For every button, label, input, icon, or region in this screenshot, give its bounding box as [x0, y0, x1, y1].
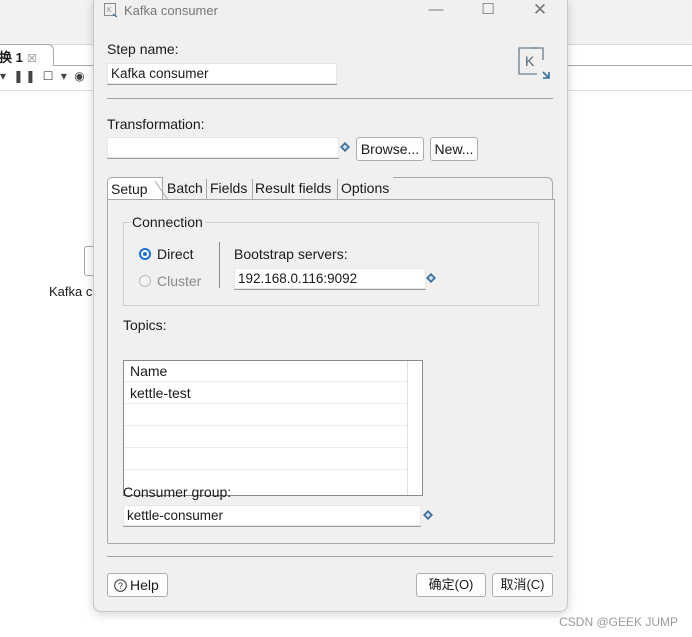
cluster-radio[interactable]	[139, 275, 151, 287]
table-row[interactable]	[124, 449, 407, 470]
variable-diamond-icon[interactable]	[423, 510, 433, 520]
footer-divider	[107, 556, 553, 557]
minimize-button[interactable]: —	[422, 0, 450, 22]
connection-group	[123, 222, 539, 306]
close-button[interactable]: ✕	[526, 0, 554, 22]
browse-button[interactable]: Browse...	[356, 137, 424, 161]
table-row[interactable]: kettle-test	[124, 383, 407, 404]
maximize-button[interactable]: ☐	[474, 0, 502, 22]
close-icon[interactable]: ☒	[27, 53, 37, 65]
editor-toolbar[interactable]: ▾ ❚❚ ☐ ▾ ◉	[0, 69, 87, 87]
new-button[interactable]: New...	[430, 137, 478, 161]
direct-label: Direct	[157, 246, 194, 262]
step-name-field[interactable]: Kafka consumer	[107, 63, 337, 85]
ok-button[interactable]: 确定(O)	[416, 573, 486, 597]
topics-table[interactable]: Name kettle-test	[123, 360, 423, 496]
cluster-label: Cluster	[157, 273, 202, 289]
tab-fields[interactable]: Fields	[210, 179, 247, 200]
question-circle-icon: ?	[114, 579, 127, 592]
consumer-group-field[interactable]: kettle-consumer	[123, 505, 421, 527]
help-label: Help	[130, 577, 159, 593]
svg-text:K: K	[525, 53, 535, 69]
title-bar[interactable]: K Kafka consumer — ☐ ✕	[94, 0, 567, 24]
connection-group-title: Connection	[130, 214, 205, 230]
consumer-group-label: Consumer group:	[123, 484, 232, 500]
setup-tab-panel: Connection Direct Cluster Bootstrap serv…	[107, 199, 555, 544]
tab-batch[interactable]: Batch	[167, 179, 203, 200]
table-row[interactable]	[124, 405, 407, 426]
bootstrap-servers-label: Bootstrap servers:	[234, 246, 348, 262]
kafka-consumer-dialog: K Kafka consumer — ☐ ✕ Step name: Kafka …	[93, 0, 568, 612]
kafka-k-icon: K	[518, 47, 550, 79]
header-divider	[107, 98, 553, 99]
tab-options[interactable]: Options	[341, 179, 389, 200]
transformation-field[interactable]	[107, 137, 339, 159]
editor-tab-label: 换 1	[0, 50, 23, 65]
watermark: CSDN @GEEK JUMP	[559, 615, 678, 629]
transformation-label: Transformation:	[107, 116, 205, 132]
tab-strip: Setup Batch Fields Result fields Options	[107, 177, 553, 201]
connection-separator	[219, 242, 220, 288]
cancel-button[interactable]: 取消(C)	[492, 573, 553, 597]
bootstrap-servers-field[interactable]: 192.168.0.116:9092	[234, 268, 426, 290]
tab-setup-label: Setup	[111, 181, 148, 197]
tab-result-fields[interactable]: Result fields	[255, 179, 331, 200]
editor-tab-transformation[interactable]: 换 1 ☒	[0, 44, 54, 66]
topics-table-header[interactable]: Name	[124, 361, 407, 382]
table-row[interactable]	[124, 427, 407, 448]
direct-radio[interactable]	[139, 248, 151, 260]
variable-diamond-icon[interactable]	[426, 273, 436, 283]
topics-label: Topics:	[123, 317, 167, 333]
canvas-step-label: Kafka c	[49, 284, 93, 299]
help-button[interactable]: ? Help	[107, 573, 168, 597]
variable-diamond-icon[interactable]	[340, 142, 350, 152]
window-title: Kafka consumer	[124, 3, 218, 18]
step-name-label: Step name:	[107, 41, 179, 57]
svg-text:?: ?	[118, 581, 123, 591]
kettle-window-icon: K	[104, 3, 118, 18]
svg-text:K: K	[107, 7, 112, 14]
